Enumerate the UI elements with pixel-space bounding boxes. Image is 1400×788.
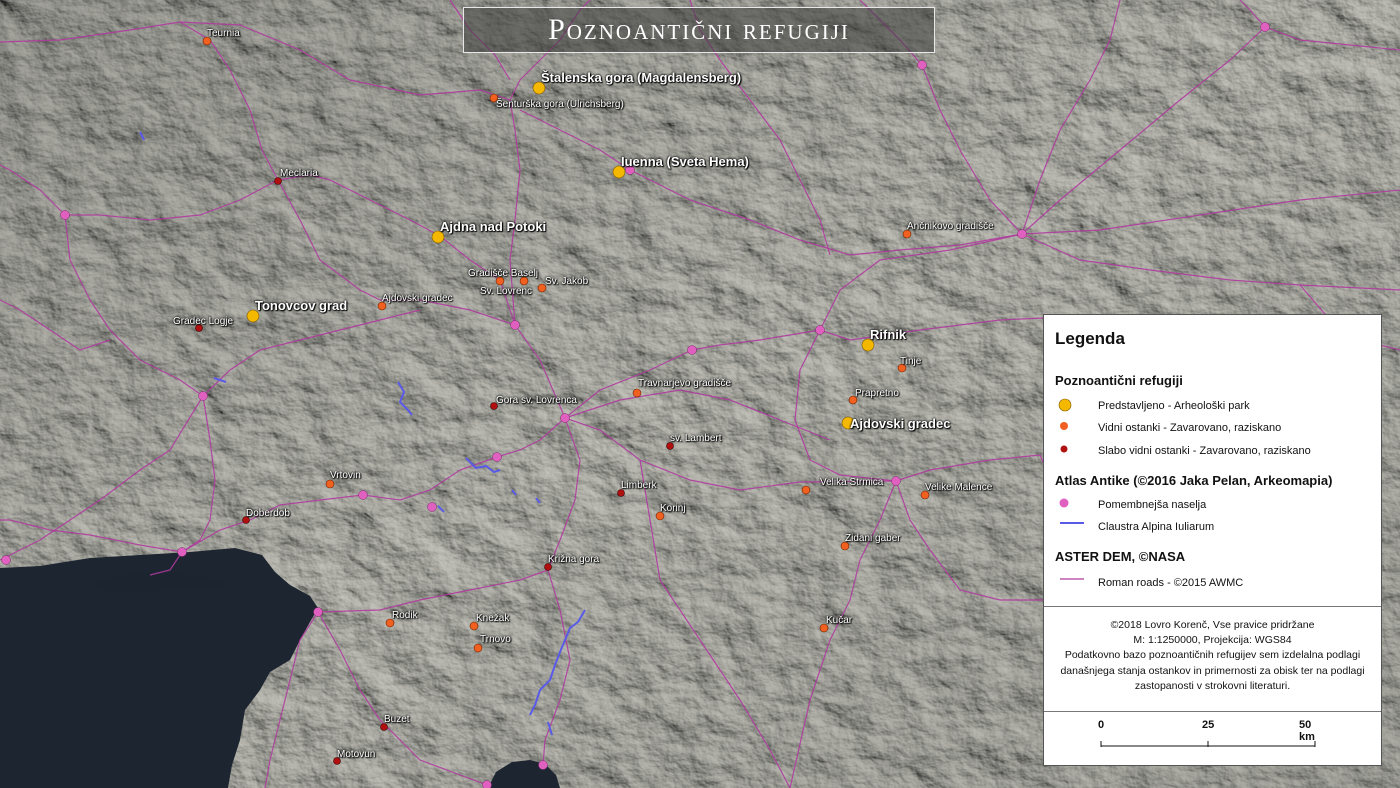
- site-marker-visible[interactable]: [632, 388, 642, 398]
- legend-title: Legenda: [1055, 329, 1125, 348]
- site-label: Gora sv. Lovrenca: [496, 395, 577, 406]
- site-label: Motovun: [337, 749, 376, 760]
- settlement-marker: [177, 547, 187, 557]
- site-label: Sv. Lovrenc: [480, 286, 533, 297]
- site-marker-visible[interactable]: [801, 485, 811, 495]
- settlement-marker: [492, 452, 502, 462]
- site-label: Ajdovski gradec: [850, 416, 951, 431]
- site-marker-visible[interactable]: [325, 479, 335, 489]
- settlement-marker: [917, 60, 927, 70]
- legend-section-dem: ASTER DEM, ©NASA: [1055, 549, 1186, 564]
- settlement-marker: [510, 320, 520, 330]
- site-label: Velika Strmica: [820, 477, 884, 488]
- legend-credits: ©2018 Lovro Korenč, Vse pravice pridržan…: [1060, 619, 1365, 692]
- site-label: Korinj: [660, 503, 686, 514]
- legend-item-settlement: Pomembnejša naselja: [1058, 497, 1206, 513]
- scale-bar: 0 25 50 km: [1098, 719, 1328, 749]
- settlement-marker: [1, 555, 11, 565]
- scale-tick-50: 50 km: [1299, 719, 1315, 743]
- site-label: Rifnik: [870, 327, 907, 342]
- site-label: Limberk: [621, 480, 657, 491]
- site-label: Sv. Jakob: [545, 276, 589, 287]
- settlement-marker: [60, 210, 70, 220]
- scale-tick-25: 25: [1202, 719, 1215, 731]
- settlement-marker: [560, 413, 570, 423]
- site-label: Gradišče Baselj: [468, 268, 539, 279]
- site-label: Štalenska gora (Magdalensberg): [541, 70, 742, 85]
- settlement-marker: [313, 607, 323, 617]
- settlement-marker: [538, 760, 548, 770]
- map-canvas[interactable]: Štalenska gora (Magdalensberg) Iuenna (Sv…: [0, 0, 1400, 788]
- site-label: Gradec Logje: [173, 316, 234, 327]
- site-label: Knežak: [476, 613, 510, 624]
- site-label: Tonovcov grad: [255, 298, 348, 313]
- site-label: Kučar: [826, 615, 853, 626]
- site-label: Prapretno: [855, 388, 899, 399]
- site-label: Teurnia: [207, 28, 240, 39]
- site-label: Ajdna nad Potoki: [440, 219, 547, 234]
- site-label: Tinje: [900, 356, 922, 367]
- site-label: Travnarjevo gradišče: [638, 378, 732, 389]
- site-label: Ančnikovo gradišče: [907, 221, 994, 232]
- legend-section-refugia: Poznoantični refugiji: [1055, 373, 1183, 388]
- site-label: Meclaria: [280, 168, 318, 179]
- settlement-marker: [358, 490, 368, 500]
- site-label: Šenturška gora (Ulrichsberg): [496, 99, 624, 110]
- legend-divider-2: [1044, 711, 1381, 712]
- settlement-marker: [687, 345, 697, 355]
- site-label: Vrtovin: [330, 470, 361, 481]
- scale-tick-0: 0: [1098, 719, 1105, 731]
- settlement-marker: [427, 502, 437, 512]
- site-label: Doberdob: [246, 508, 290, 519]
- settlement-marker: [1260, 22, 1270, 32]
- legend-item-visible: Vidni ostanki - Zavarovano, raziskano: [1058, 420, 1281, 436]
- site-label: Trnovo: [480, 634, 511, 645]
- settlement-marker: [1017, 229, 1027, 239]
- settlement-marker: [815, 325, 825, 335]
- map-title: Poznoantični refugiji: [463, 7, 935, 53]
- settlement-marker: [198, 391, 208, 401]
- site-label: Buzet: [384, 714, 410, 725]
- legend-item-roads: Roman roads - ©2015 AWMC: [1060, 577, 1244, 589]
- site-label: sv. Lambert: [670, 433, 722, 444]
- site-marker-visible[interactable]: [473, 643, 483, 653]
- settlement-marker: [482, 780, 492, 788]
- legend-panel: Legenda Poznoantični refugiji Predstavlj…: [1043, 314, 1382, 766]
- legend-section-atlas: Atlas Antike (©2016 Jaka Pelan, Arkeomap…: [1055, 473, 1333, 488]
- legend-item-claustra: Claustra Alpina Iuliarum: [1060, 521, 1215, 533]
- site-label: Križna gora: [548, 554, 600, 565]
- site-label: Zidani gaber: [845, 533, 901, 544]
- site-label: Velike Malence: [925, 482, 993, 493]
- site-label: Ajdovski gradec: [382, 293, 453, 304]
- legend-item-presented: Predstavljeno - Arheološki park: [1058, 398, 1250, 414]
- legend-divider: [1044, 606, 1381, 607]
- settlement-marker: [891, 476, 901, 486]
- site-label: Rodik: [392, 610, 418, 621]
- site-label: Iuenna (Sveta Hema): [621, 154, 749, 169]
- legend-item-faint: Slabo vidni ostanki - Zavarovano, razisk…: [1058, 443, 1311, 459]
